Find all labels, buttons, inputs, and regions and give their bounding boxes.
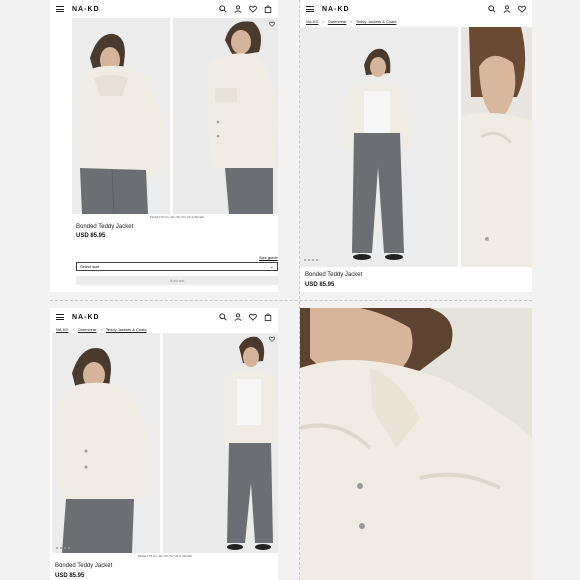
breadcrumb-item[interactable]: Teddy Jackets & Coats xyxy=(356,19,397,24)
bag-icon[interactable] xyxy=(264,5,272,13)
panel-product-top-right: NA-KD NA-KD › Outerwear › Teddy Jackets & … xyxy=(300,0,532,292)
user-icon[interactable] xyxy=(234,5,242,13)
brand-logo[interactable]: NA-KD xyxy=(322,6,350,13)
product-price: USD 85.95 xyxy=(305,282,335,288)
product-photo-1[interactable] xyxy=(52,333,160,553)
product-title: Bonded Teddy Jacket xyxy=(76,224,134,230)
size-guide-link[interactable]: Size guide xyxy=(259,255,278,260)
user-icon[interactable] xyxy=(234,313,242,321)
site-header: NA-KD xyxy=(50,0,278,18)
bag-icon[interactable] xyxy=(264,313,272,321)
panel-closeup-photo xyxy=(300,308,532,580)
menu-icon[interactable] xyxy=(56,6,64,12)
product-title: Bonded Teddy Jacket xyxy=(305,272,363,278)
breadcrumb-separator: › xyxy=(100,327,102,332)
panel-product-bottom-left: NA-KD NA-KD › Outerwear › Teddy Jackets & … xyxy=(50,308,278,580)
breadcrumb-item[interactable]: NA-KD xyxy=(306,19,318,24)
heart-icon[interactable] xyxy=(518,5,526,13)
breadcrumb-separator: › xyxy=(72,327,74,332)
carousel-dots xyxy=(56,547,70,549)
breadcrumb-separator: › xyxy=(322,19,324,24)
site-header: NA-KD xyxy=(300,0,532,18)
wishlist-heart-icon[interactable] xyxy=(269,21,275,27)
user-icon[interactable] xyxy=(503,5,511,13)
product-photo-2[interactable] xyxy=(173,18,278,214)
brand-logo[interactable]: NA-KD xyxy=(72,6,100,13)
breadcrumb-item[interactable]: Outerwear xyxy=(78,327,97,332)
product-price: USD 85.95 xyxy=(55,573,85,579)
site-header: NA-KD xyxy=(50,308,278,326)
heart-icon[interactable] xyxy=(249,313,257,321)
product-photo-1[interactable] xyxy=(72,18,170,214)
wishlist-heart-icon[interactable] xyxy=(269,336,275,342)
heart-icon[interactable] xyxy=(249,5,257,13)
chevron-down-icon: ⌄ xyxy=(269,263,274,270)
search-icon[interactable] xyxy=(219,5,227,13)
search-icon[interactable] xyxy=(219,313,227,321)
brand-logo[interactable]: NA-KD xyxy=(72,314,100,321)
product-price: USD 85.95 xyxy=(76,233,106,239)
product-photo-2[interactable] xyxy=(163,333,278,553)
divider xyxy=(50,300,532,301)
size-select-label: Select size xyxy=(80,264,100,269)
search-icon[interactable] xyxy=(488,5,496,13)
breadcrumb-item[interactable]: Teddy Jackets & Coats xyxy=(106,327,147,332)
breadcrumb: NA-KD › Outerwear › Teddy Jackets & Coats xyxy=(56,327,147,332)
carousel-dots xyxy=(304,259,318,261)
breadcrumb: NA-KD › Outerwear › Teddy Jackets & Coats xyxy=(306,19,397,24)
size-select[interactable]: Select size ⌄ xyxy=(76,262,278,271)
menu-icon[interactable] xyxy=(306,6,314,12)
product-photo-full-body[interactable] xyxy=(300,27,458,267)
breadcrumb-item[interactable]: NA-KD xyxy=(56,327,68,332)
model-info: Model 175 cm | EU 36 / M | 24 & 34/xtall xyxy=(138,554,192,558)
model-info: Model 175 cm | EU 36 / M | 24 & 34/xtall xyxy=(150,215,204,219)
breadcrumb-item[interactable]: Outerwear xyxy=(328,19,347,24)
product-title: Bonded Teddy Jacket xyxy=(55,563,113,569)
breadcrumb-separator: › xyxy=(350,19,352,24)
product-photo-detail[interactable] xyxy=(300,308,532,580)
panel-product-top-left: NA-KD Model 175 cm | EU 36 / M | 24 & 34… xyxy=(50,0,278,292)
product-photo-closeup[interactable] xyxy=(461,27,532,267)
menu-icon[interactable] xyxy=(56,314,64,320)
divider xyxy=(299,0,300,580)
sold-out-button[interactable]: Sold out xyxy=(76,276,278,285)
